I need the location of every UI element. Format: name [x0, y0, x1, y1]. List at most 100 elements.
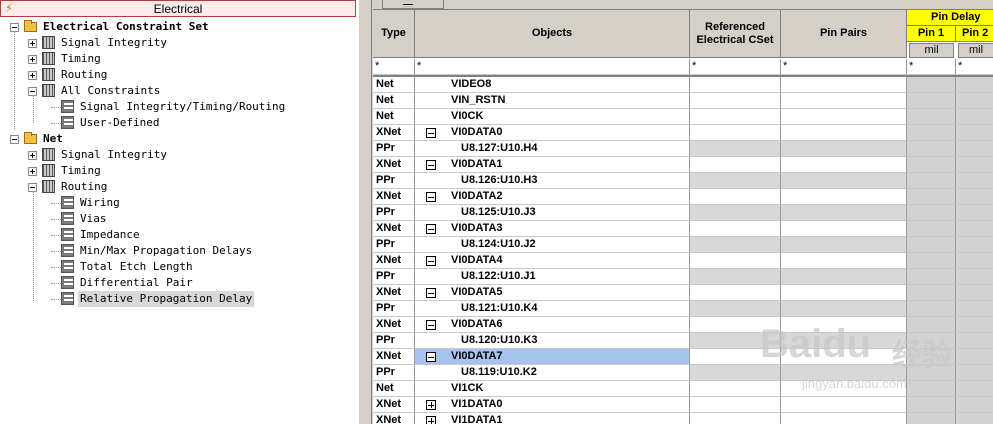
tree-item[interactable]: Routing — [0, 67, 356, 83]
referenced-cset-cell[interactable] — [690, 381, 781, 397]
tree-item[interactable]: Signal Integrity/Timing/Routing — [0, 99, 356, 115]
referenced-cset-cell[interactable] — [690, 301, 781, 317]
table-row[interactable]: Net VIN_RSTN — [373, 93, 993, 109]
pin2-delay-cell[interactable] — [956, 93, 993, 109]
table-row[interactable]: Net VIDEO8 — [373, 77, 993, 93]
pin1-delay-cell[interactable] — [907, 125, 956, 141]
type-filter-input[interactable]: * — [373, 59, 415, 75]
referenced-cset-cell[interactable] — [690, 173, 781, 189]
tree-item[interactable]: User-Defined — [0, 115, 356, 131]
pin-pairs-cell[interactable] — [781, 413, 907, 424]
pin-pairs-cell[interactable] — [781, 125, 907, 141]
collapse-minus-icon[interactable] — [426, 192, 436, 202]
pin2-delay-cell[interactable] — [956, 189, 993, 205]
referenced-cset-cell[interactable] — [690, 77, 781, 93]
pin2-delay-cell[interactable] — [956, 221, 993, 237]
table-row[interactable]: XNet VI0DATA3 — [373, 221, 993, 237]
pin-pairs-cell[interactable] — [781, 109, 907, 125]
object-cell[interactable]: VI0DATA0 — [415, 125, 690, 141]
referenced-cset-cell[interactable] — [690, 269, 781, 285]
pin2-delay-cell[interactable] — [956, 365, 993, 381]
object-cell[interactable]: VI0DATA7 — [415, 349, 690, 365]
pin2-delay-cell[interactable] — [956, 349, 993, 365]
collapse-minus-icon[interactable] — [426, 288, 436, 298]
type-cell[interactable]: PPr — [373, 141, 415, 157]
expand-plus-icon[interactable] — [426, 416, 436, 424]
referenced-cset-cell[interactable] — [690, 237, 781, 253]
object-cell[interactable]: VI1DATA0 — [415, 397, 690, 413]
pin2-delay-cell[interactable] — [956, 253, 993, 269]
pin2-filter-input[interactable]: * — [956, 59, 993, 75]
pin2-delay-cell[interactable] — [956, 397, 993, 413]
referenced-cset-cell[interactable] — [690, 397, 781, 413]
pin1-delay-cell[interactable] — [907, 205, 956, 221]
electrical-section-header[interactable]: ⚡ Electrical — [0, 0, 356, 17]
referenced-filter-input[interactable]: * — [690, 59, 781, 75]
pin-pairs-cell[interactable] — [781, 397, 907, 413]
type-cell[interactable]: XNet — [373, 221, 415, 237]
type-cell[interactable]: XNet — [373, 157, 415, 173]
pin-pairs-cell[interactable] — [781, 173, 907, 189]
pin2-delay-cell[interactable] — [956, 237, 993, 253]
referenced-cset-cell[interactable] — [690, 125, 781, 141]
tree-item[interactable]: Net — [0, 131, 356, 147]
referenced-cset-cell[interactable] — [690, 205, 781, 221]
pin2-delay-cell[interactable] — [956, 205, 993, 221]
tree-item[interactable]: Routing — [0, 179, 356, 195]
object-cell[interactable]: U8.119:U10.K2 — [415, 365, 690, 381]
object-cell[interactable]: U8.120:U10.K3 — [415, 333, 690, 349]
expand-plus-icon[interactable] — [426, 400, 436, 410]
pin2-delay-cell[interactable] — [956, 77, 993, 93]
referenced-cset-cell[interactable] — [690, 157, 781, 173]
type-cell[interactable]: Net — [373, 77, 415, 93]
pin1-delay-cell[interactable] — [907, 253, 956, 269]
pin1-delay-cell[interactable] — [907, 109, 956, 125]
object-cell[interactable]: VI0CK — [415, 109, 690, 125]
referenced-cset-cell[interactable] — [690, 93, 781, 109]
tree-item[interactable]: Timing — [0, 51, 356, 67]
table-row[interactable]: Net VI0CK — [373, 109, 993, 125]
type-cell[interactable]: PPr — [373, 205, 415, 221]
object-cell[interactable]: VI0DATA2 — [415, 189, 690, 205]
objects-column-header[interactable]: Objects — [415, 10, 690, 58]
tree-item[interactable]: Total Etch Length — [0, 259, 356, 275]
table-row[interactable]: PPr U8.125:U10.J3 — [373, 205, 993, 221]
table-row[interactable]: XNet VI0DATA5 — [373, 285, 993, 301]
expand-plus-icon[interactable] — [28, 167, 37, 176]
pin-pairs-cell[interactable] — [781, 157, 907, 173]
pin2-delay-cell[interactable] — [956, 157, 993, 173]
tree-item[interactable]: Impedance — [0, 227, 356, 243]
object-cell[interactable]: VI1CK — [415, 381, 690, 397]
referenced-cset-cell[interactable] — [690, 221, 781, 237]
type-cell[interactable]: PPr — [373, 301, 415, 317]
pin-pairs-cell[interactable] — [781, 253, 907, 269]
collapse-minus-icon[interactable] — [426, 224, 436, 234]
expand-plus-icon[interactable] — [28, 55, 37, 64]
pin1-delay-cell[interactable] — [907, 285, 956, 301]
type-cell[interactable]: XNet — [373, 413, 415, 424]
pin-pairs-cell[interactable] — [781, 285, 907, 301]
table-row[interactable]: XNet VI0DATA1 — [373, 157, 993, 173]
pin-pairs-cell[interactable] — [781, 77, 907, 93]
object-cell[interactable]: U8.121:U10.K4 — [415, 301, 690, 317]
pin-pairs-cell[interactable] — [781, 221, 907, 237]
pin-pairs-cell[interactable] — [781, 189, 907, 205]
objects-filter-input[interactable]: * — [415, 59, 690, 75]
tree-item[interactable]: Signal Integrity — [0, 35, 356, 51]
referenced-cset-cell[interactable] — [690, 285, 781, 301]
pin1-filter-input[interactable]: * — [907, 59, 956, 75]
pin1-delay-cell[interactable] — [907, 237, 956, 253]
type-cell[interactable]: PPr — [373, 173, 415, 189]
collapse-minus-icon[interactable] — [10, 135, 19, 144]
pin-pairs-cell[interactable] — [781, 269, 907, 285]
type-cell[interactable]: PPr — [373, 365, 415, 381]
table-row[interactable]: XNet VI0DATA0 — [373, 125, 993, 141]
pin1-delay-cell[interactable] — [907, 173, 956, 189]
pin2-delay-cell[interactable] — [956, 125, 993, 141]
pin2-delay-cell[interactable] — [956, 285, 993, 301]
referenced-cset-cell[interactable] — [690, 109, 781, 125]
collapse-minus-icon[interactable] — [426, 320, 436, 330]
worksheet-tab[interactable] — [382, 0, 444, 9]
pin2-unit-button[interactable]: mil — [958, 43, 993, 58]
pin1-column-header[interactable]: Pin 1 — [907, 26, 956, 42]
